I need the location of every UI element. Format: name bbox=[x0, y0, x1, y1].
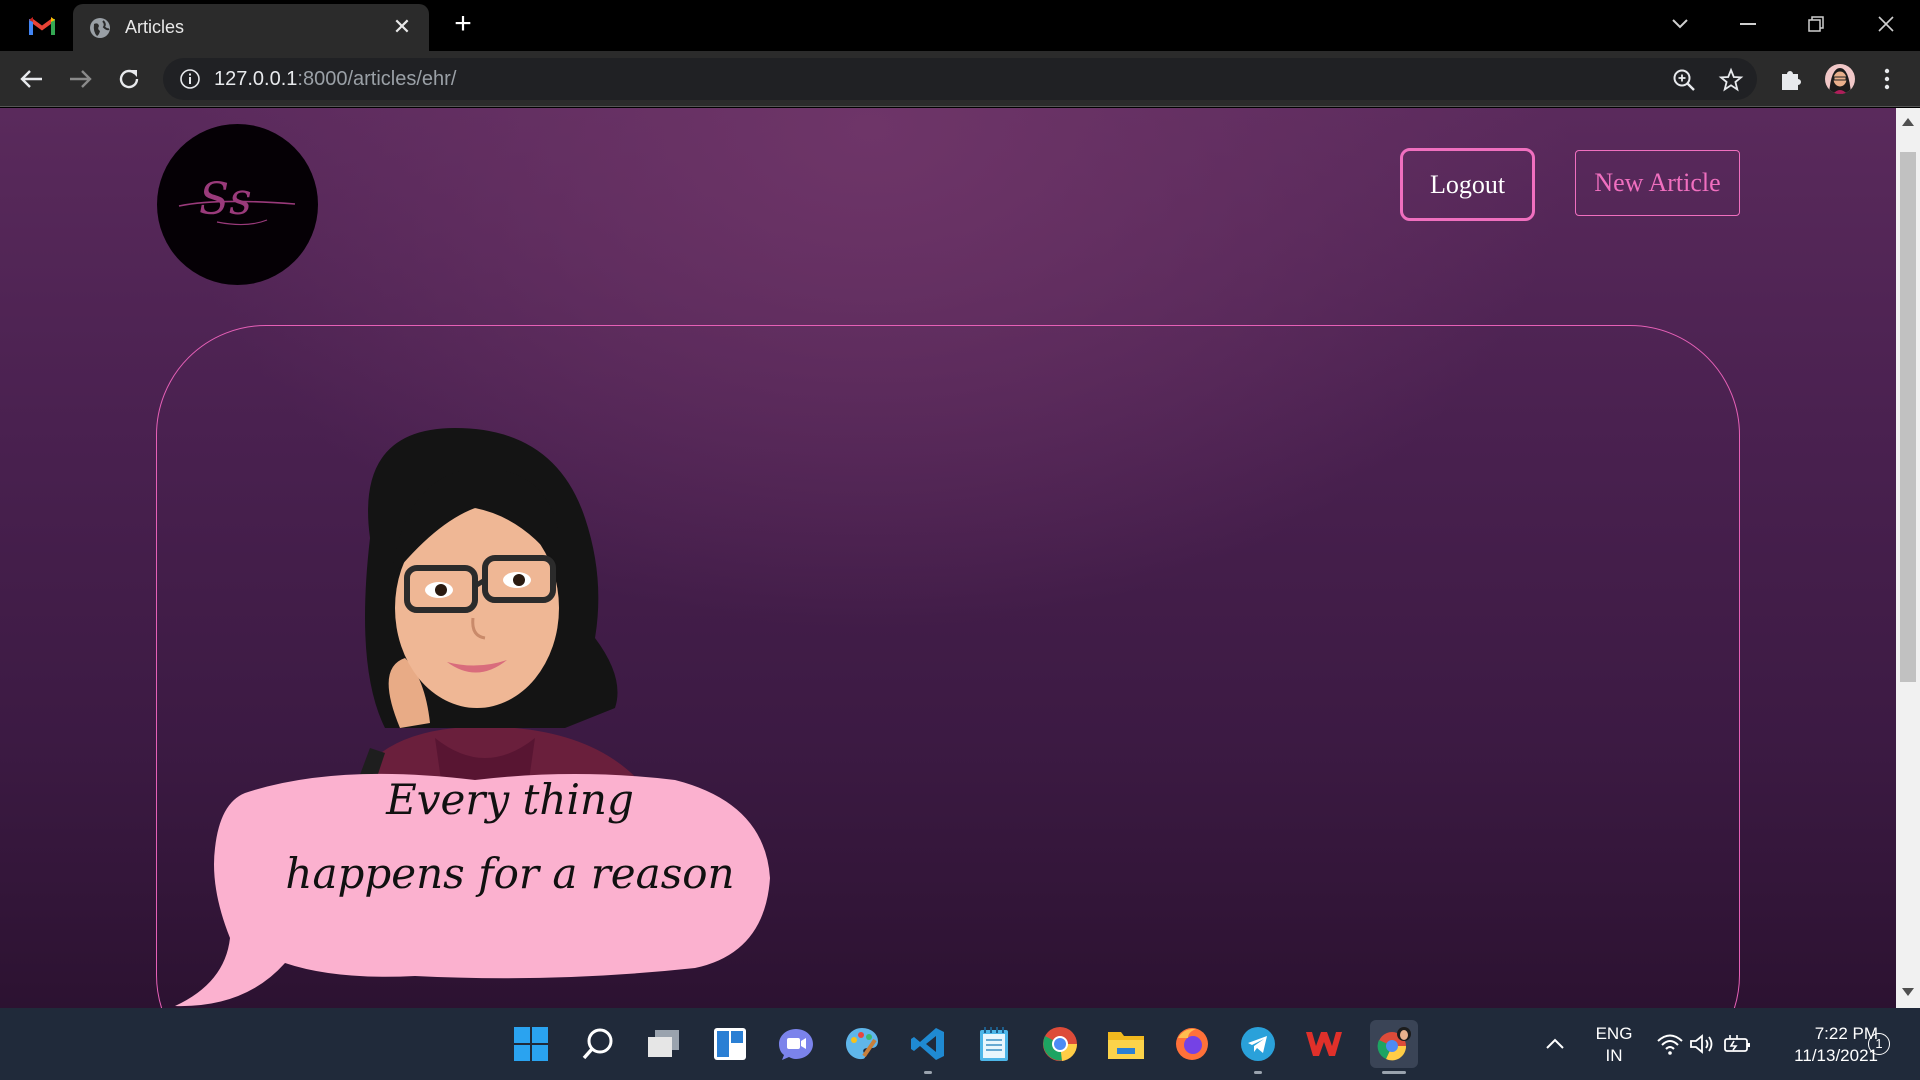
running-indicator bbox=[924, 1071, 932, 1074]
vscode-icon[interactable] bbox=[908, 1024, 948, 1064]
address-bar[interactable]: 127.0.0.1:8000/articles/ehr/ bbox=[163, 58, 1757, 100]
logout-button[interactable]: Logout bbox=[1400, 148, 1535, 221]
chrome-profile-icon[interactable] bbox=[1370, 1020, 1418, 1068]
task-view-icon[interactable] bbox=[644, 1024, 684, 1064]
forward-button[interactable] bbox=[61, 60, 99, 98]
tab-strip: Articles ✕ + bbox=[0, 0, 1920, 51]
language-indicator[interactable]: ENG IN bbox=[1584, 1023, 1644, 1067]
back-button[interactable] bbox=[13, 60, 51, 98]
telegram-icon[interactable] bbox=[1238, 1024, 1278, 1064]
site-logo[interactable]: Ss bbox=[157, 124, 318, 285]
page-content: Ss Logout New Article Every thing happen… bbox=[0, 108, 1896, 1008]
gmail-icon bbox=[29, 17, 55, 35]
scroll-down-icon[interactable] bbox=[1902, 988, 1914, 998]
kebab-menu-icon[interactable] bbox=[1873, 65, 1901, 93]
clock[interactable]: 7:22 PM 11/13/2021 bbox=[1768, 1023, 1878, 1067]
windows-start-icon[interactable] bbox=[511, 1024, 551, 1064]
language-line-2: IN bbox=[1605, 1046, 1623, 1065]
bookmark-star-icon[interactable] bbox=[1718, 67, 1744, 93]
running-indicator bbox=[1254, 1071, 1262, 1074]
chrome-icon[interactable] bbox=[1040, 1024, 1080, 1064]
windows-taskbar: ENG IN 7:22 PM 11/13/2021 1 bbox=[0, 1008, 1920, 1080]
speech-bubble-text: Every thing happens for a reason bbox=[230, 763, 790, 911]
restore-icon[interactable] bbox=[1796, 6, 1836, 42]
new-article-button[interactable]: New Article bbox=[1575, 150, 1740, 216]
clock-date: 11/13/2021 bbox=[1794, 1046, 1878, 1065]
zoom-icon[interactable] bbox=[1671, 67, 1697, 93]
url-text[interactable]: 127.0.0.1:8000/articles/ehr/ bbox=[214, 68, 456, 91]
close-window-icon[interactable] bbox=[1866, 6, 1906, 42]
gmail-pinned-tab[interactable] bbox=[20, 12, 64, 40]
notepad-icon[interactable] bbox=[974, 1024, 1014, 1064]
extensions-puzzle-icon[interactable] bbox=[1777, 65, 1805, 93]
teams-chat-icon[interactable] bbox=[776, 1024, 816, 1064]
reload-button[interactable] bbox=[110, 60, 148, 98]
scrollbar-thumb[interactable] bbox=[1900, 152, 1916, 682]
speech-bubble-line-1: Every thing bbox=[386, 775, 634, 824]
browser-toolbar: 127.0.0.1:8000/articles/ehr/ bbox=[0, 51, 1920, 107]
minimize-icon[interactable] bbox=[1728, 6, 1768, 42]
battery-icon[interactable] bbox=[1718, 1024, 1758, 1064]
volume-icon[interactable] bbox=[1682, 1024, 1722, 1064]
search-icon[interactable] bbox=[578, 1024, 618, 1064]
file-explorer-icon[interactable] bbox=[1106, 1024, 1146, 1064]
profile-avatar[interactable] bbox=[1825, 64, 1855, 94]
wps-office-icon[interactable] bbox=[1304, 1024, 1344, 1064]
reload-icon bbox=[119, 69, 139, 89]
vertical-scrollbar[interactable] bbox=[1896, 108, 1920, 1008]
logo-monogram: Ss bbox=[199, 174, 252, 225]
tab-articles[interactable]: Articles ✕ bbox=[73, 4, 429, 51]
chevron-up-icon[interactable] bbox=[1535, 1024, 1575, 1064]
paint-icon[interactable] bbox=[842, 1024, 882, 1064]
scroll-up-icon[interactable] bbox=[1902, 116, 1914, 126]
tab-search-icon[interactable] bbox=[1660, 6, 1700, 42]
close-tab-icon[interactable]: ✕ bbox=[389, 14, 415, 40]
bitmoji-avatar-image bbox=[175, 428, 770, 1007]
globe-icon bbox=[90, 18, 110, 38]
widgets-icon[interactable] bbox=[710, 1024, 750, 1064]
firefox-icon[interactable] bbox=[1172, 1024, 1212, 1064]
language-line-1: ENG bbox=[1595, 1024, 1633, 1043]
clock-time: 7:22 PM bbox=[1814, 1024, 1878, 1043]
tab-title: Articles bbox=[125, 17, 185, 37]
speech-bubble-line-2: happens for a reason bbox=[285, 849, 735, 898]
notification-badge[interactable]: 1 bbox=[1868, 1033, 1890, 1055]
info-icon[interactable] bbox=[179, 68, 201, 90]
new-tab-button[interactable]: + bbox=[448, 9, 478, 40]
arrow-right-icon bbox=[70, 70, 92, 88]
active-indicator bbox=[1382, 1071, 1406, 1074]
arrow-left-icon bbox=[20, 70, 42, 88]
